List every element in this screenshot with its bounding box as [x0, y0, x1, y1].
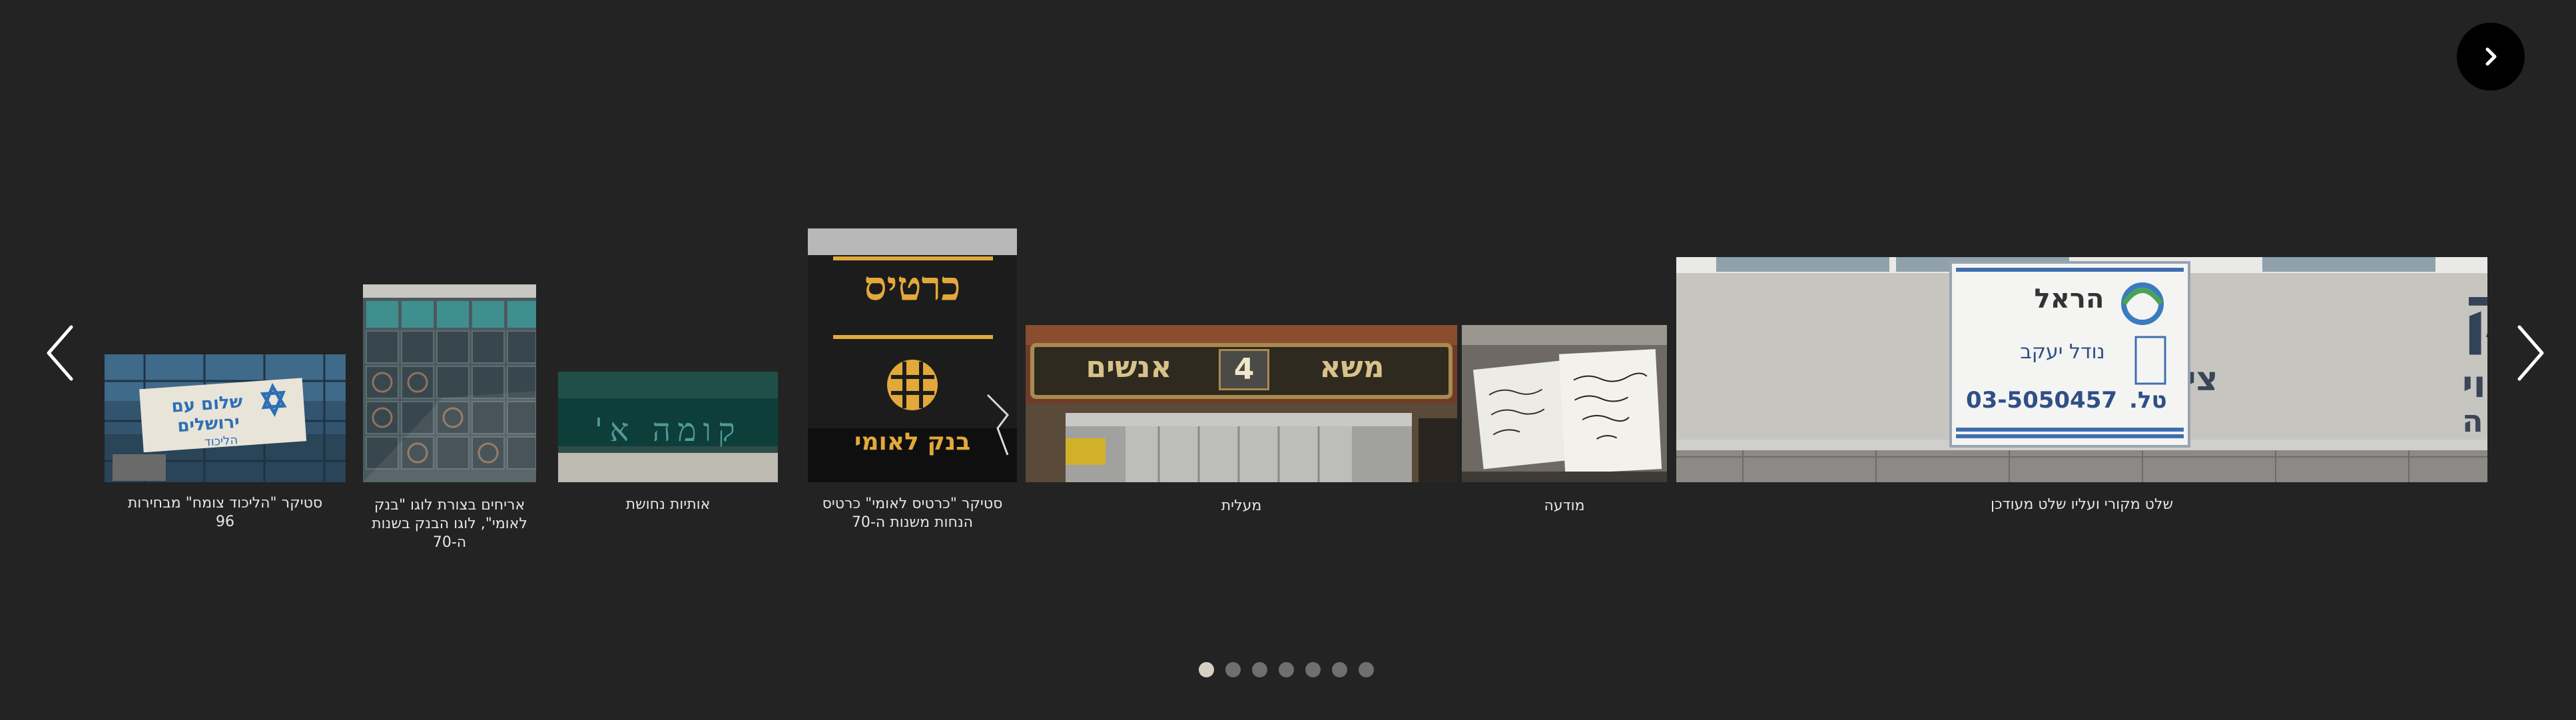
pagination-dot[interactable] — [1305, 662, 1321, 677]
pagination-dot[interactable] — [1225, 662, 1241, 677]
chevron-right-icon — [2517, 325, 2544, 381]
carousel-next-button[interactable] — [2507, 320, 2554, 386]
carousel-item[interactable]: אריחים בצורת לוגו "בנק לאומי", לוגו הבנק… — [363, 284, 536, 551]
carousel-item[interactable]: כרטיס בנק לאומי סטיקר "כרטיס לאומי" כרטי… — [808, 228, 1017, 541]
pagination-dot[interactable] — [1332, 662, 1347, 677]
elevator-plate-number: 4 — [1219, 349, 1269, 390]
carousel-item[interactable]: משא 4 אנשים מעלית — [1026, 325, 1457, 525]
item-caption: סטיקר "כרטיס לאומי" כרטיס הנחות משנות ה-… — [822, 496, 1003, 531]
pagination-dot[interactable] — [1359, 662, 1374, 677]
sign-center-line2: נודל יעקב — [2020, 340, 2105, 364]
sign-center-title: הראל — [2034, 284, 2104, 314]
item-caption: מעלית — [1221, 498, 1262, 514]
copper-sign-text: קומה א' — [594, 412, 742, 449]
item-caption: סטיקר "הליכוד צומח" מבחירות 96 — [127, 495, 323, 530]
carousel-item[interactable]: קומה א' אותיות נחושת — [558, 372, 778, 525]
sticker-text-top: שלום עם ירושלים — [170, 392, 244, 437]
carousel-item[interactable]: שלום עם ירושלים הליכוד סטיקר "הליכוד צומ… — [105, 354, 346, 547]
tiles-photo — [363, 284, 536, 482]
chevron-left-icon — [47, 325, 73, 381]
elevator-plate-right: אנשים — [1086, 350, 1172, 384]
pagination-dot[interactable] — [1199, 662, 1214, 677]
item-caption: אריחים בצורת לוגו "בנק לאומי", לוגו הבנק… — [372, 497, 527, 551]
chevron-right-icon — [2485, 47, 2497, 66]
notice-photo — [1462, 325, 1667, 482]
sign-center-tel: טל. — [2129, 387, 2167, 414]
carousel-pagination — [1199, 662, 1374, 677]
carousel-item[interactable]: הפניק המיצגים נדלנוי ע"י ה ישר. ולי צית … — [1676, 257, 2487, 524]
elevator-plate-left: משא — [1319, 350, 1385, 384]
item-caption: שלט מקורי ועליו שלט מעודכן — [1990, 496, 2174, 513]
card-bottom-text: בנק לאומי — [854, 428, 971, 456]
svg-text:הפניק: הפניק — [2462, 269, 2487, 354]
svg-text:ע"י ה: ע"י ה — [2462, 403, 2487, 439]
item-caption: מודעה — [1544, 498, 1585, 514]
carousel-item[interactable]: מודעה — [1462, 325, 1667, 525]
item-caption: אותיות נחושת — [625, 496, 711, 513]
next-button[interactable] — [2457, 23, 2525, 91]
card-top-text: כרטיס — [864, 263, 961, 310]
pagination-dot[interactable] — [1279, 662, 1294, 677]
carousel-prev-button[interactable] — [37, 320, 83, 386]
svg-text:המיצגים נדלנוי: המיצגים נדלנוי — [2462, 363, 2487, 406]
pagination-dot[interactable] — [1252, 662, 1267, 677]
sign-center-phone: 03-5050457 — [1966, 387, 2118, 414]
